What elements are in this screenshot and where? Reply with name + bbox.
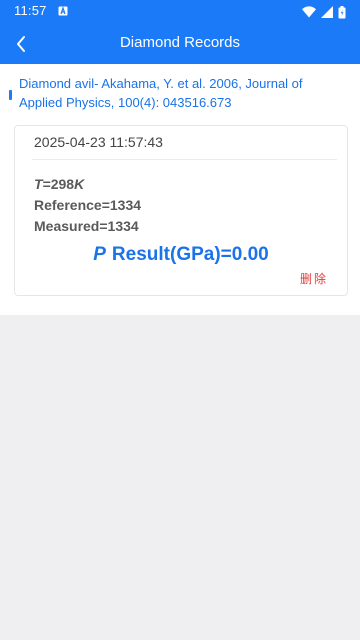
page-title: Diamond Records xyxy=(119,34,241,51)
wifi-icon xyxy=(302,6,316,18)
temperature-line: T=298K xyxy=(34,176,84,192)
delete-button[interactable]: 删除 xyxy=(300,270,328,287)
temperature-unit: K xyxy=(74,176,85,192)
pressure-result-text: Result(GPa)=0.00 xyxy=(111,244,269,265)
pressure-result: P Result(GPa)=0.00 xyxy=(15,244,347,266)
a-notification-icon xyxy=(58,6,68,16)
status-icons xyxy=(302,5,346,19)
chevron-left-icon xyxy=(17,36,25,52)
header: 11:57 Diamond Records xyxy=(0,0,360,64)
reference-value: Reference=1334 xyxy=(34,197,142,213)
temperature-symbol: T xyxy=(34,176,43,192)
battery-icon xyxy=(338,5,346,18)
record-card: 2025-04-23 11:57:43 T=298K Reference=133… xyxy=(14,125,348,296)
signal-icon xyxy=(321,6,333,18)
records-panel: Diamond avil- Akahama, Y. et al. 2006, J… xyxy=(0,64,360,315)
status-time: 11:57 xyxy=(14,3,47,18)
app-bar: Diamond Records xyxy=(0,24,360,64)
source-marker xyxy=(9,90,12,100)
divider xyxy=(32,159,337,160)
measured-value: Measured=1334 xyxy=(34,218,139,234)
pressure-symbol: P xyxy=(93,244,106,265)
empty-area xyxy=(0,315,360,640)
source-citation: Diamond avil- Akahama, Y. et al. 2006, J… xyxy=(19,76,303,110)
back-button[interactable] xyxy=(6,29,36,59)
record-datetime: 2025-04-23 11:57:43 xyxy=(34,134,163,150)
status-bar: 11:57 xyxy=(0,0,360,24)
temperature-value: =298 xyxy=(42,176,75,192)
